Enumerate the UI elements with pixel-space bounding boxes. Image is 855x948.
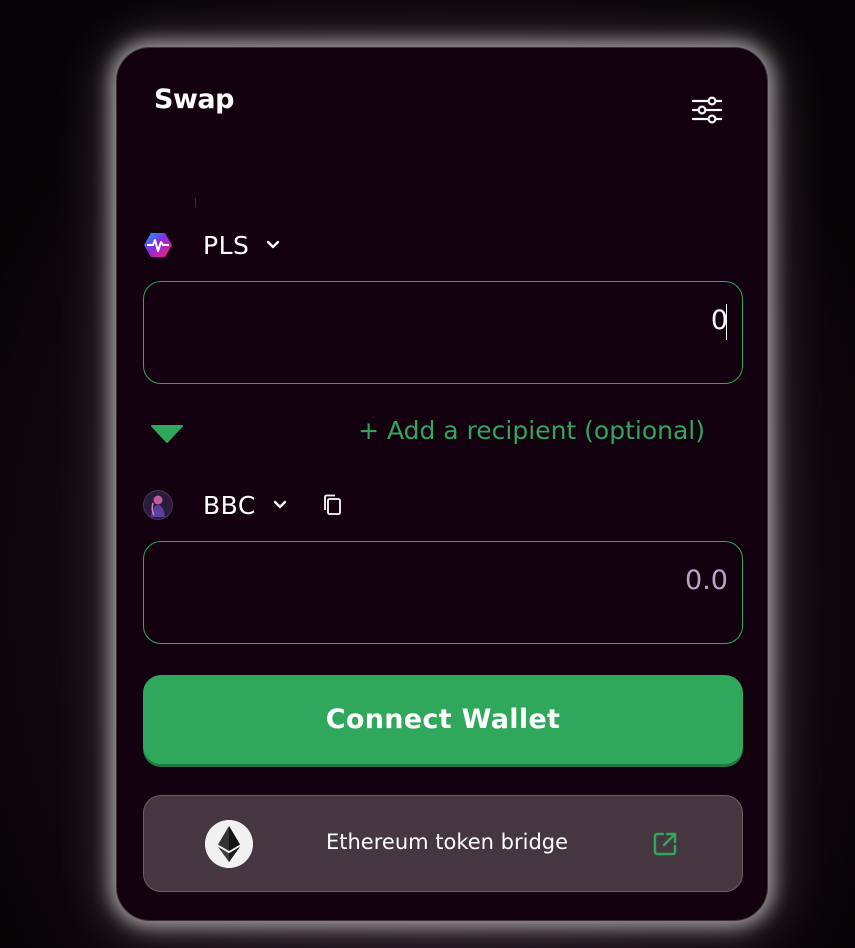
from-amount-box (143, 281, 743, 384)
to-amount-box (143, 541, 743, 644)
from-token-selector[interactable]: PLS (143, 230, 281, 260)
swap-card: Swap PLS 0 + Add a recipient (optional) … (116, 47, 768, 921)
to-token-row: BBC (143, 488, 344, 522)
from-token-symbol: PLS (203, 230, 250, 260)
to-token-selector[interactable]: BBC (143, 490, 288, 520)
external-link-icon (653, 832, 677, 856)
ethereum-logo-icon (205, 820, 253, 868)
copy-icon[interactable] (322, 493, 344, 517)
from-token-row: PLS (143, 228, 281, 262)
add-recipient-link[interactable]: + Add a recipient (optional) (358, 416, 705, 445)
pulsechain-logo-icon (144, 233, 172, 257)
page-title: Swap (154, 84, 234, 115)
to-token-symbol: BBC (203, 490, 256, 520)
chevron-down-icon (273, 500, 287, 509)
ethereum-bridge-link[interactable]: Ethereum token bridge (143, 795, 743, 892)
sliders-icon[interactable] (691, 94, 723, 126)
to-amount-input[interactable] (168, 562, 728, 598)
bridge-label: Ethereum token bridge (326, 830, 569, 854)
divider (195, 198, 196, 207)
triangle-down-icon[interactable] (151, 424, 183, 444)
from-amount-input[interactable] (168, 302, 728, 338)
text-caret (725, 304, 727, 340)
bbc-token-avatar-icon (143, 490, 173, 520)
connect-wallet-button[interactable]: Connect Wallet (143, 675, 743, 764)
chevron-down-icon (267, 240, 280, 249)
